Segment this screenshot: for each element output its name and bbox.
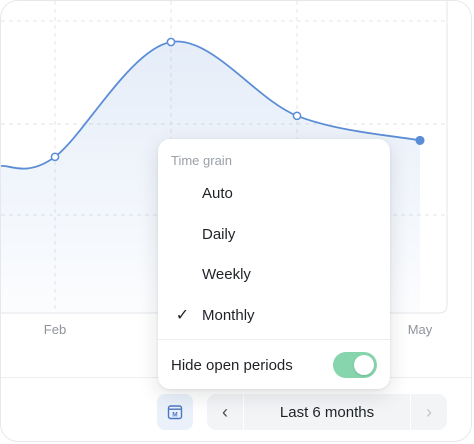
menu-item-label: Weekly — [202, 265, 251, 283]
menu-item-monthly[interactable]: ✓ Monthly — [158, 297, 390, 333]
x-tick-label: Feb — [44, 322, 66, 337]
menu-item-daily[interactable]: Daily — [158, 216, 390, 252]
range-label[interactable]: Last 6 months — [243, 394, 411, 430]
chart-panel: Feb May M ‹ Last 6 months › Time grain A… — [0, 0, 472, 442]
time-grain-menu: Time grain Auto Daily Weekly ✓ Monthly H… — [158, 139, 390, 389]
data-point-may[interactable] — [415, 135, 425, 145]
check-icon: ✓ — [175, 307, 190, 324]
calendar-button[interactable]: M — [157, 394, 193, 430]
data-point-mar[interactable] — [166, 37, 176, 47]
calendar-icon: M — [167, 405, 183, 420]
chevron-right-icon: › — [426, 401, 432, 422]
chevron-left-icon: ‹ — [222, 401, 228, 422]
data-point-feb[interactable] — [50, 152, 60, 162]
menu-item-weekly[interactable]: Weekly — [158, 256, 390, 292]
hide-open-periods-toggle[interactable] — [333, 352, 377, 378]
menu-item-label: Daily — [202, 225, 236, 243]
prev-range-button[interactable]: ‹ — [207, 394, 243, 430]
toggle-label: Hide open periods — [171, 356, 293, 374]
menu-divider — [158, 339, 390, 340]
calendar-letter: M — [172, 412, 177, 419]
data-point-apr[interactable] — [292, 111, 302, 121]
hide-open-periods-row: Hide open periods — [158, 345, 390, 385]
next-range-button[interactable]: › — [411, 394, 447, 430]
x-tick-label: May — [408, 322, 433, 337]
menu-item-auto[interactable]: Auto — [158, 175, 390, 211]
toggle-knob — [354, 355, 374, 375]
menu-item-label: Auto — [202, 184, 233, 202]
menu-header: Time grain — [171, 153, 232, 168]
date-range-selector: ‹ Last 6 months › — [207, 394, 447, 430]
menu-item-label: Monthly — [202, 306, 255, 324]
